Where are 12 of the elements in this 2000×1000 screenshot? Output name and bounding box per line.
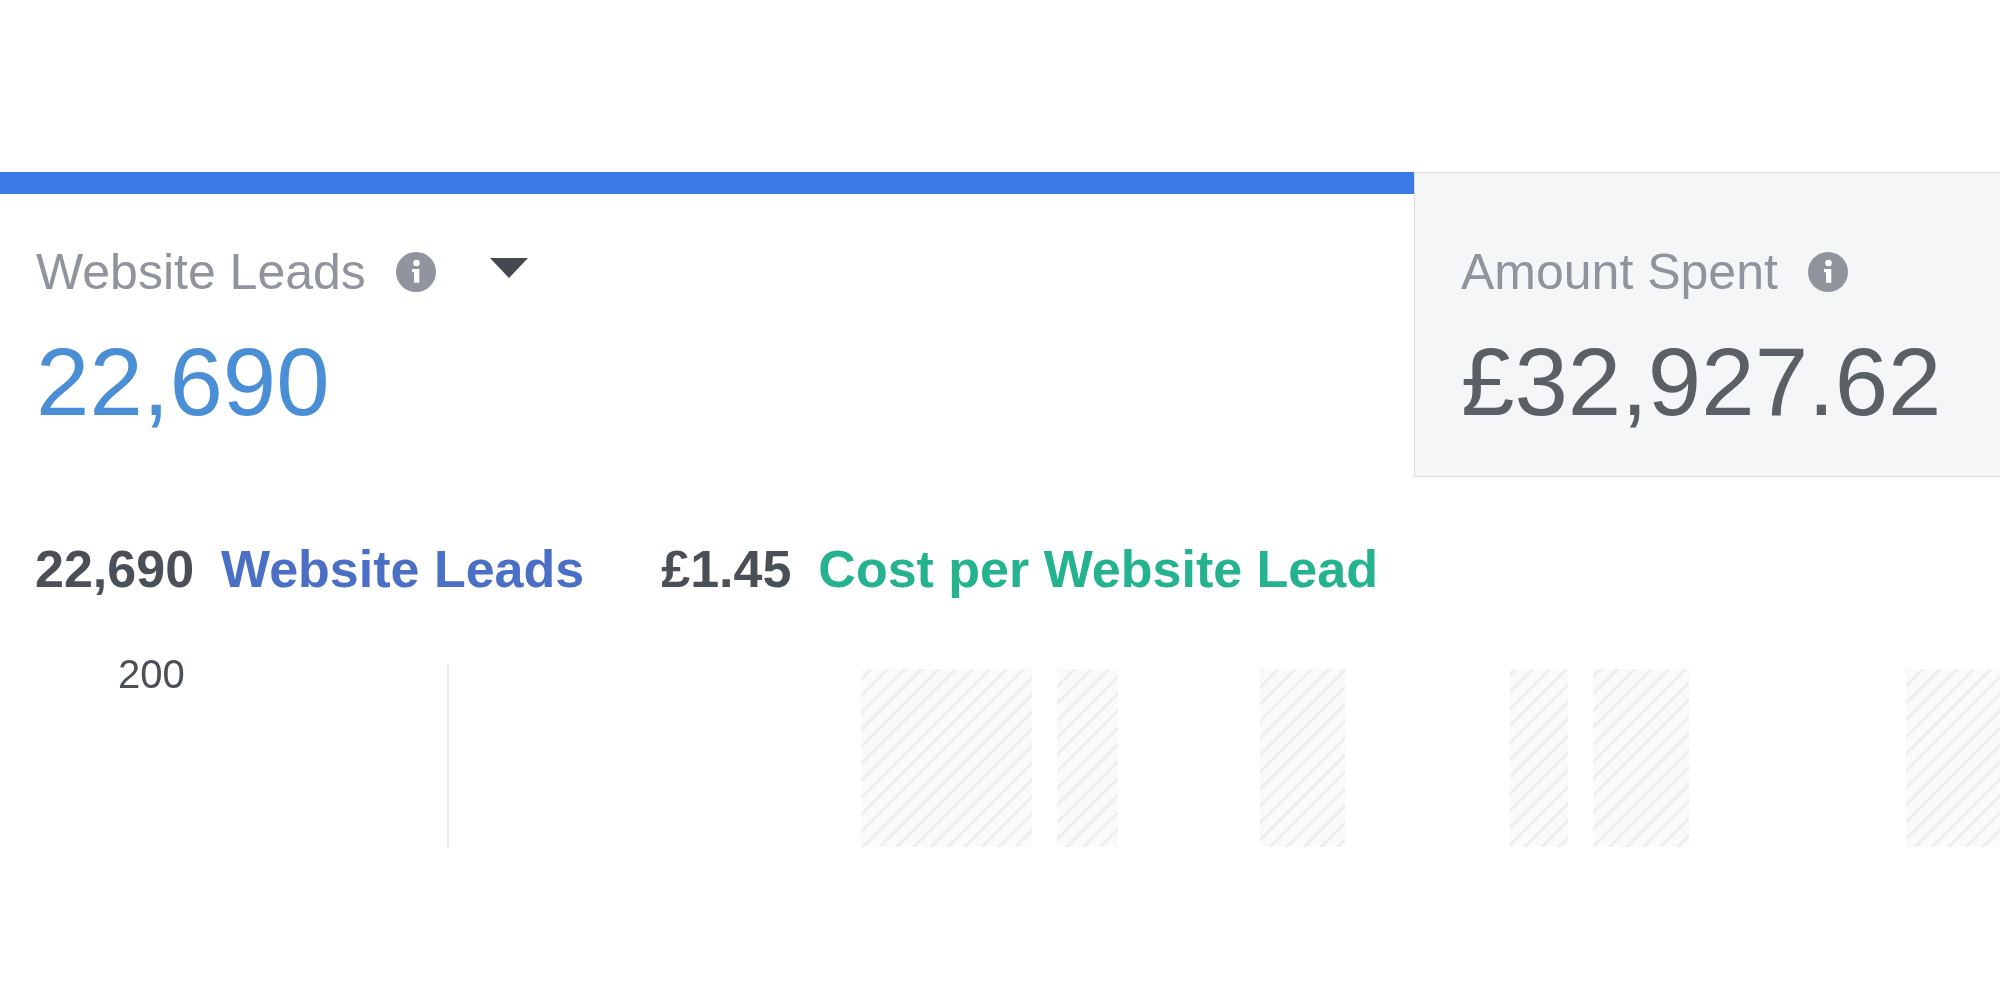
metric-tab[interactable]: Amount Spent £32,927.62: [1414, 172, 2000, 477]
info-icon[interactable]: [1807, 252, 1848, 292]
metric-label: Amount Spent: [1461, 247, 1778, 297]
metric-label: Website Leads: [36, 247, 366, 297]
summary-value: 22,690: [35, 543, 195, 595]
summary-label: Website Leads: [221, 543, 585, 595]
info-icon[interactable]: [395, 252, 436, 292]
metric-value: £32,927.62: [1461, 334, 1942, 430]
y-axis-tick-label: 200: [118, 652, 185, 696]
caret-icon[interactable]: [489, 258, 528, 278]
metric-value: 22,690: [36, 334, 330, 430]
summary-value: £1.45: [661, 543, 792, 595]
